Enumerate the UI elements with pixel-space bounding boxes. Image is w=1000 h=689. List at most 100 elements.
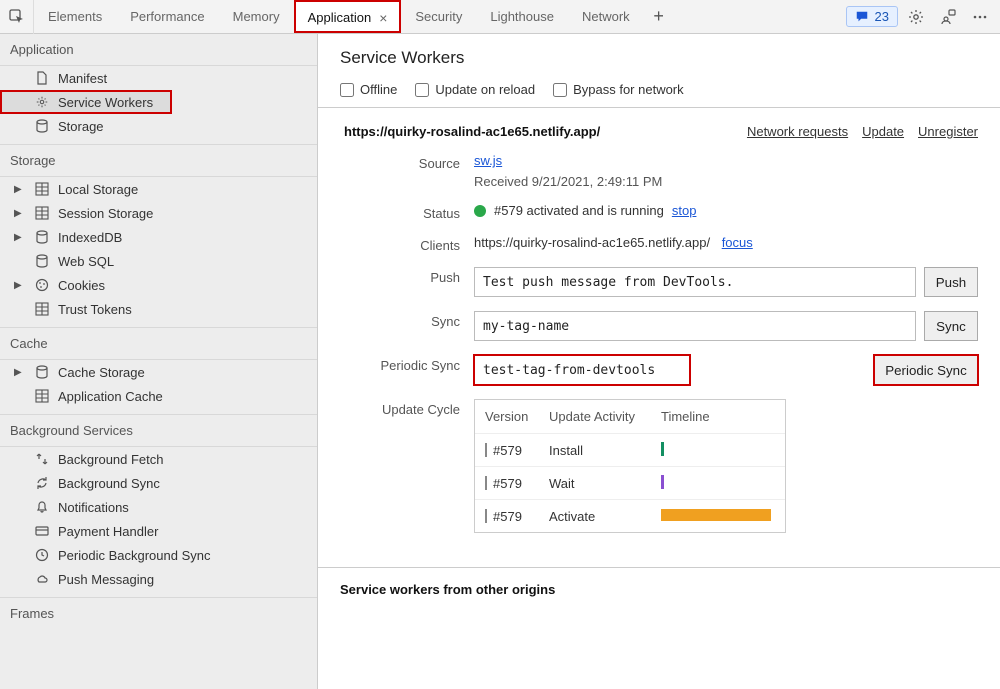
update-link[interactable]: Update (862, 124, 904, 139)
sidebar-item-background-fetch[interactable]: Background Fetch (0, 447, 317, 471)
content-header: Service Workers Offline Update on reload… (318, 34, 1000, 108)
tab-security[interactable]: Security (401, 0, 476, 33)
push-label: Push (344, 267, 474, 285)
update-on-reload-checkbox[interactable]: Update on reload (415, 82, 535, 97)
sidebar-item-payment-handler[interactable]: Payment Handler (0, 519, 317, 543)
sidebar-item-trust-tokens[interactable]: Trust Tokens (0, 297, 317, 321)
offline-checkbox[interactable]: Offline (340, 82, 397, 97)
sidebar-section-cache: Cache (0, 327, 317, 360)
tick-icon (485, 476, 487, 490)
timeline-bar (661, 509, 771, 521)
cycle-row: #579 Wait (475, 466, 785, 499)
devtools-tab-bar: Elements Performance Memory Application … (0, 0, 1000, 34)
sync-icon (34, 475, 50, 491)
close-icon[interactable]: × (379, 10, 387, 26)
cloud-icon (34, 571, 50, 587)
sync-input[interactable] (474, 311, 916, 341)
sidebar-item-storage[interactable]: Storage (0, 114, 317, 138)
sidebar-item-service-workers[interactable]: Service Workers (0, 90, 172, 114)
database-icon (34, 253, 50, 269)
tab-performance[interactable]: Performance (116, 0, 218, 33)
focus-link[interactable]: focus (722, 235, 753, 250)
grid-icon (34, 205, 50, 221)
tab-application[interactable]: Application × (294, 0, 402, 33)
sidebar-section-background-services: Background Services (0, 414, 317, 447)
database-icon (34, 229, 50, 245)
sidebar-item-manifest[interactable]: Manifest (0, 66, 317, 90)
tab-lighthouse[interactable]: Lighthouse (476, 0, 568, 33)
settings-button[interactable] (902, 3, 930, 31)
card-icon (34, 523, 50, 539)
sidebar-item-websql[interactable]: Web SQL (0, 249, 317, 273)
sidebar-item-periodic-background-sync[interactable]: Periodic Background Sync (0, 543, 317, 567)
service-worker-origin-block: https://quirky-rosalind-ac1e65.netlify.a… (318, 108, 1000, 568)
toolbar-right: 23 (840, 3, 1000, 31)
speech-bubble-icon (855, 10, 869, 24)
sidebar-item-notifications[interactable]: Notifications (0, 495, 317, 519)
network-requests-link[interactable]: Network requests (747, 124, 848, 139)
grid-icon (34, 301, 50, 317)
cycle-row: #579 Activate (475, 499, 785, 532)
other-origins-heading: Service workers from other origins (318, 568, 1000, 611)
feedback-button[interactable] (934, 3, 962, 31)
sync-label: Sync (344, 311, 474, 329)
tab-network[interactable]: Network (568, 0, 644, 33)
tab-memory[interactable]: Memory (219, 0, 294, 33)
sidebar-item-application-cache[interactable]: Application Cache (0, 384, 317, 408)
more-menu-button[interactable] (966, 3, 994, 31)
bypass-for-network-checkbox[interactable]: Bypass for network (553, 82, 684, 97)
issues-badge[interactable]: 23 (846, 6, 898, 27)
expand-icon: ▶ (14, 280, 22, 291)
tick-icon (485, 509, 487, 523)
tab-strip: Elements Performance Memory Application … (34, 0, 840, 33)
status-label: Status (344, 203, 474, 221)
source-file-link[interactable]: sw.js (474, 153, 978, 168)
sync-button[interactable]: Sync (924, 311, 978, 341)
status-text: #579 activated and is running (494, 203, 664, 218)
sidebar-item-cookies[interactable]: ▶Cookies (0, 273, 317, 297)
grid-icon (34, 388, 50, 404)
dots-icon (972, 9, 988, 25)
content-pane: Service Workers Offline Update on reload… (318, 34, 1000, 689)
update-cycle-table: Version Update Activity Timeline #579 In… (474, 399, 786, 533)
sidebar-item-push-messaging[interactable]: Push Messaging (0, 567, 317, 591)
push-button[interactable]: Push (924, 267, 978, 297)
tab-elements[interactable]: Elements (34, 0, 116, 33)
clock-icon (34, 547, 50, 563)
inspect-element-button[interactable] (0, 0, 34, 34)
gear-icon (908, 9, 924, 25)
periodic-sync-input[interactable] (474, 355, 690, 385)
received-timestamp: Received 9/21/2021, 2:49:11 PM (474, 174, 978, 189)
sidebar-item-local-storage[interactable]: ▶Local Storage (0, 177, 317, 201)
gear-icon (34, 94, 50, 110)
status-dot-icon (474, 205, 486, 217)
sidebar-item-indexeddb[interactable]: ▶IndexedDB (0, 225, 317, 249)
bell-icon (34, 499, 50, 515)
client-url: https://quirky-rosalind-ac1e65.netlify.a… (474, 235, 710, 250)
push-input[interactable] (474, 267, 916, 297)
timeline-bar (661, 475, 664, 489)
fetch-icon (34, 451, 50, 467)
update-cycle-label: Update Cycle (344, 399, 474, 417)
expand-icon: ▶ (14, 208, 22, 219)
page-title: Service Workers (340, 48, 978, 68)
cookie-icon (34, 277, 50, 293)
database-icon (34, 118, 50, 134)
sidebar-item-background-sync[interactable]: Background Sync (0, 471, 317, 495)
expand-icon: ▶ (14, 232, 22, 243)
unregister-link[interactable]: Unregister (918, 124, 978, 139)
grid-icon (34, 181, 50, 197)
periodic-sync-button[interactable]: Periodic Sync (874, 355, 978, 385)
cycle-row: #579 Install (475, 433, 785, 466)
sidebar-item-session-storage[interactable]: ▶Session Storage (0, 201, 317, 225)
expand-icon: ▶ (14, 367, 22, 378)
origin-url: https://quirky-rosalind-ac1e65.netlify.a… (344, 124, 600, 139)
tick-icon (485, 443, 487, 457)
database-icon (34, 364, 50, 380)
sidebar-section-frames: Frames (0, 597, 317, 629)
sidebar-item-cache-storage[interactable]: ▶Cache Storage (0, 360, 317, 384)
inspect-icon (9, 9, 25, 25)
periodic-sync-label: Periodic Sync (344, 355, 474, 373)
more-tabs-button[interactable]: + (644, 6, 674, 27)
stop-link[interactable]: stop (672, 203, 697, 218)
